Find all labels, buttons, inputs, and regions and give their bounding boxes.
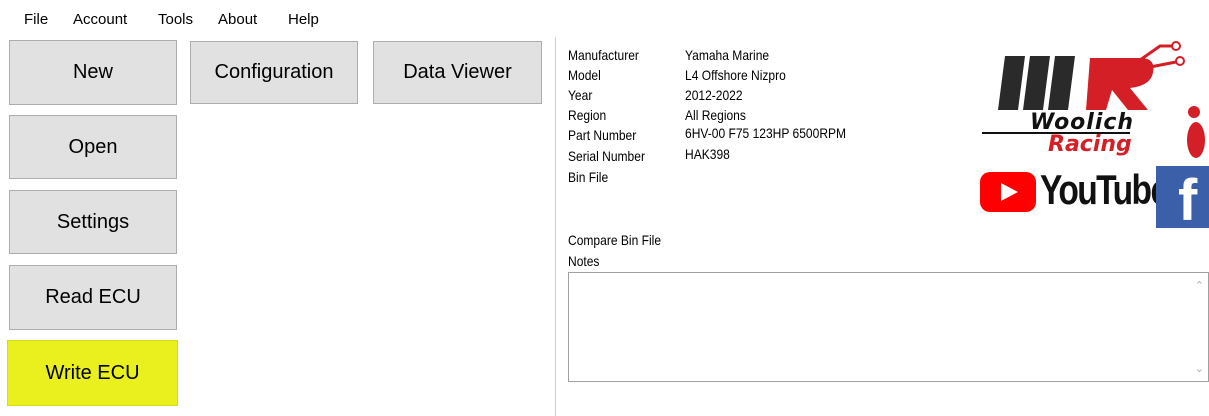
open-button[interactable]: Open bbox=[9, 115, 177, 179]
youtube-label[interactable]: YouTube bbox=[1040, 166, 1169, 214]
model-value: L4 Offshore Nizpro bbox=[685, 67, 786, 83]
facebook-icon[interactable]: f bbox=[1156, 166, 1209, 228]
read-ecu-button[interactable]: Read ECU bbox=[9, 265, 177, 330]
write-ecu-button[interactable]: Write ECU bbox=[7, 340, 178, 406]
menu-account[interactable]: Account bbox=[73, 11, 127, 29]
configuration-button[interactable]: Configuration bbox=[190, 41, 358, 104]
logo-wordmark-racing: Racing bbox=[1048, 132, 1132, 157]
youtube-icon[interactable] bbox=[980, 172, 1036, 212]
notes-textarea[interactable]: ⌃ ⌄ bbox=[568, 272, 1209, 382]
compare-bin-file-label: Compare Bin File bbox=[568, 232, 662, 248]
region-label: Region bbox=[568, 107, 607, 123]
year-value: 2012-2022 bbox=[685, 87, 743, 103]
serial-number-value: HAK398 bbox=[685, 146, 730, 162]
serial-number-label: Serial Number bbox=[568, 148, 645, 164]
menu-about[interactable]: About bbox=[218, 11, 257, 29]
menu-help[interactable]: Help bbox=[288, 11, 319, 29]
menu-file[interactable]: File bbox=[24, 11, 48, 29]
part-number-value: 6HV-00 F75 123HP 6500RPM bbox=[685, 125, 847, 141]
facebook-glyph: f bbox=[1178, 168, 1198, 229]
scroll-up-icon[interactable]: ⌃ bbox=[1195, 279, 1204, 292]
region-value: All Regions bbox=[685, 107, 746, 123]
new-button[interactable]: New bbox=[9, 40, 177, 105]
year-label: Year bbox=[568, 87, 593, 103]
manufacturer-value: Yamaha Marine bbox=[685, 47, 770, 63]
settings-button[interactable]: Settings bbox=[9, 190, 177, 254]
data-viewer-button[interactable]: Data Viewer bbox=[373, 41, 542, 104]
bin-file-label: Bin File bbox=[568, 169, 609, 185]
menu-bar: File Account Tools About Help bbox=[0, 0, 1209, 36]
scroll-down-icon[interactable]: ⌄ bbox=[1195, 362, 1204, 375]
manufacturer-label: Manufacturer bbox=[568, 47, 639, 63]
part-number-label: Part Number bbox=[568, 127, 637, 143]
notes-label: Notes bbox=[568, 253, 600, 269]
menu-tools[interactable]: Tools bbox=[158, 11, 193, 29]
model-label: Model bbox=[568, 67, 601, 83]
